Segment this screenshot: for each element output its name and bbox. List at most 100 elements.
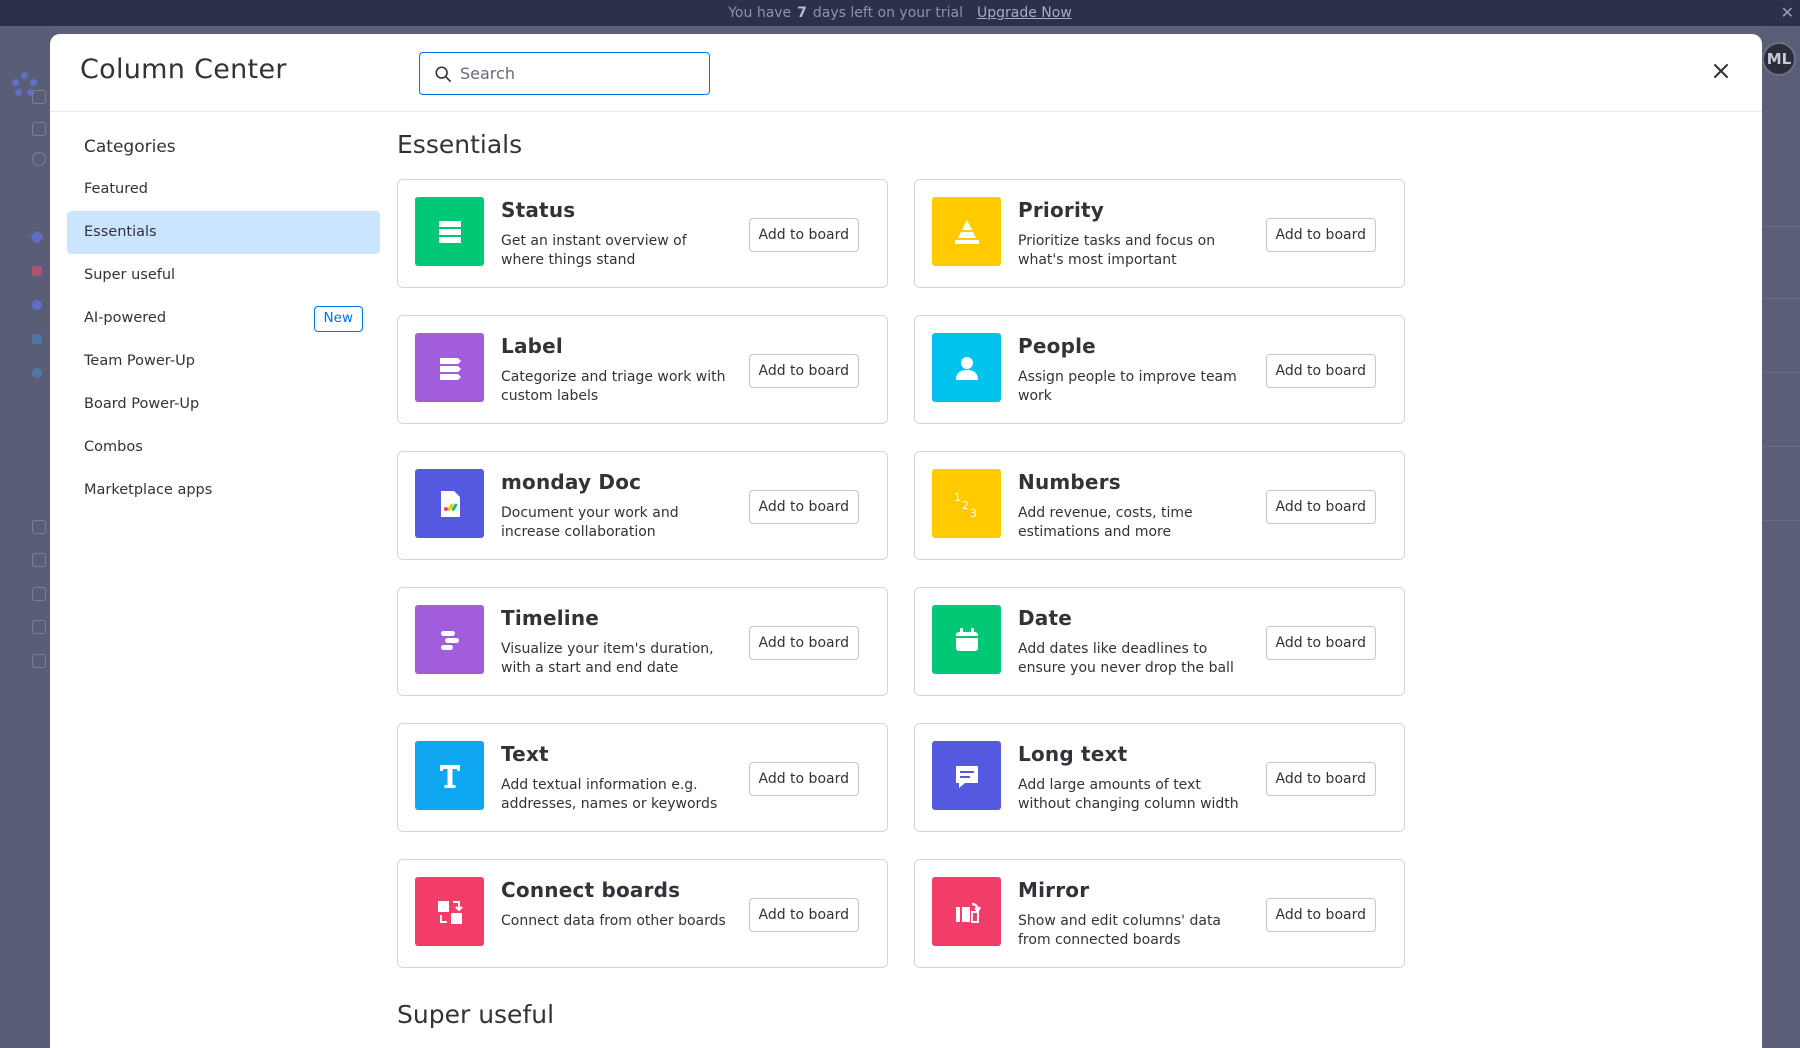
category-essentials[interactable]: Essentials	[67, 211, 380, 254]
add-to-board-button[interactable]: Add to board	[748, 626, 859, 660]
category-featured[interactable]: Featured	[67, 168, 380, 211]
card-title: Mirror	[1018, 878, 1090, 902]
add-to-board-button[interactable]: Add to board	[748, 490, 859, 524]
category-combos[interactable]: Combos	[67, 426, 380, 469]
background-right-panel	[1762, 26, 1800, 1048]
column-card-status[interactable]: Status Get an instant overview of where …	[397, 179, 888, 288]
add-to-board-button[interactable]: Add to board	[1265, 762, 1376, 796]
add-to-board-button[interactable]: Add to board	[1265, 490, 1376, 524]
svg-text:3: 3	[970, 507, 977, 520]
trial-text-before: You have	[728, 5, 792, 21]
workspace-icon	[32, 334, 42, 344]
upgrade-now-link[interactable]: Upgrade Now	[977, 5, 1072, 21]
numbers-icon: 123	[932, 469, 1001, 538]
add-to-board-button[interactable]: Add to board	[1265, 354, 1376, 388]
modal-title: Column Center	[80, 54, 287, 85]
card-description: Prioritize tasks and focus on what's mos…	[1018, 233, 1216, 268]
connect-boards-icon	[415, 877, 484, 946]
label-icon	[415, 333, 484, 402]
card-title: Priority	[1018, 198, 1105, 222]
card-description: Connect data from other boards	[501, 913, 726, 929]
card-title: Numbers	[1018, 470, 1121, 494]
card-description: Get an instant overview of where things …	[501, 233, 687, 268]
add-to-board-button[interactable]: Add to board	[748, 218, 859, 252]
home-icon	[32, 90, 46, 104]
status-icon	[415, 197, 484, 266]
category-team-power-up[interactable]: Team Power-Up	[67, 340, 380, 383]
category-label: Marketplace apps	[84, 482, 213, 498]
section-title-essentials: Essentials	[397, 130, 523, 159]
add-to-board-button[interactable]: Add to board	[1265, 626, 1376, 660]
card-description: Add textual information e.g. addresses, …	[501, 777, 718, 812]
board-icon	[32, 587, 46, 601]
close-icon[interactable]	[1708, 58, 1734, 84]
board-icon	[32, 520, 46, 534]
add-to-board-button[interactable]: Add to board	[1265, 218, 1376, 252]
search-icon	[435, 65, 452, 82]
column-card-date[interactable]: Date Add dates like deadlines to ensure …	[914, 587, 1405, 696]
card-title: monday Doc	[501, 470, 642, 494]
category-label: Combos	[84, 439, 143, 455]
card-title: Long text	[1018, 742, 1128, 766]
add-to-board-button[interactable]: Add to board	[1265, 898, 1376, 932]
search-box[interactable]	[419, 52, 710, 95]
card-description: Add revenue, costs, time estimations and…	[1018, 505, 1193, 540]
column-card-mirror[interactable]: Mirror Show and edit columns' data from …	[914, 859, 1405, 968]
category-ai-powered[interactable]: AI-powered New	[67, 297, 380, 340]
doc-icon	[32, 654, 46, 668]
add-to-board-button[interactable]: Add to board	[748, 898, 859, 932]
workspace-icon	[29, 229, 45, 245]
card-title: People	[1018, 334, 1096, 358]
category-label: Featured	[84, 181, 148, 197]
add-to-board-button[interactable]: Add to board	[748, 354, 859, 388]
column-card-monday-doc[interactable]: monday Doc Document your work and increa…	[397, 451, 888, 560]
card-description: Add large amounts of text without changi…	[1018, 777, 1239, 812]
mirror-icon	[932, 877, 1001, 946]
svg-text:1: 1	[954, 491, 961, 504]
category-label: Essentials	[84, 224, 157, 240]
categories-sidebar: Categories Featured Essentials Super use…	[67, 130, 380, 512]
dashboard-icon	[32, 553, 46, 567]
categories-heading: Categories	[84, 137, 176, 157]
trial-banner: You have 7 days left on your trial Upgra…	[0, 0, 1800, 26]
category-label: Super useful	[84, 267, 176, 283]
column-card-text[interactable]: Text Add textual information e.g. addres…	[397, 723, 888, 832]
card-description: Document your work and increase collabor…	[501, 505, 679, 540]
card-description: Assign people to improve team work	[1018, 369, 1237, 404]
card-title: Connect boards	[501, 878, 681, 902]
svg-text:2: 2	[962, 499, 969, 512]
card-title: Date	[1018, 606, 1073, 630]
card-title: Status	[501, 198, 576, 222]
inbox-icon	[32, 152, 46, 166]
new-badge: New	[313, 306, 363, 332]
board-icon	[32, 620, 46, 634]
long-text-icon	[932, 741, 1001, 810]
category-marketplace-apps[interactable]: Marketplace apps	[67, 469, 380, 512]
column-card-people[interactable]: People Assign people to improve team wor…	[914, 315, 1405, 424]
avatar[interactable]: ML	[1762, 42, 1796, 76]
category-label: Board Power-Up	[84, 396, 200, 412]
category-board-power-up[interactable]: Board Power-Up	[67, 383, 380, 426]
timeline-icon	[415, 605, 484, 674]
modal-header: Column Center	[50, 34, 1762, 112]
section-title-super-useful: Super useful	[397, 1000, 555, 1029]
column-card-timeline[interactable]: Timeline Visualize your item's duration,…	[397, 587, 888, 696]
card-description: Add dates like deadlines to ensure you n…	[1018, 641, 1234, 676]
column-center-modal: Column Center Categories Featured Essent…	[50, 34, 1762, 1048]
trial-days: 7	[797, 5, 807, 21]
add-to-board-button[interactable]: Add to board	[748, 762, 859, 796]
tasks-icon	[32, 122, 46, 136]
column-card-numbers[interactable]: 123 Numbers Add revenue, costs, time est…	[914, 451, 1405, 560]
column-card-connect-boards[interactable]: Connect boards Connect data from other b…	[397, 859, 888, 968]
card-description: Visualize your item's duration, with a s…	[501, 641, 714, 676]
column-card-priority[interactable]: Priority Prioritize tasks and focus on w…	[914, 179, 1405, 288]
card-description: Categorize and triage work with custom l…	[501, 369, 726, 404]
search-input[interactable]	[460, 64, 690, 83]
close-icon[interactable]: ✕	[1781, 3, 1794, 22]
category-super-useful[interactable]: Super useful	[67, 254, 380, 297]
column-card-long-text[interactable]: Long text Add large amounts of text with…	[914, 723, 1405, 832]
background-left-nav	[0, 26, 50, 1048]
people-icon	[932, 333, 1001, 402]
trial-text-after: days left on your trial	[812, 5, 963, 21]
column-card-label[interactable]: Label Categorize and triage work with cu…	[397, 315, 888, 424]
